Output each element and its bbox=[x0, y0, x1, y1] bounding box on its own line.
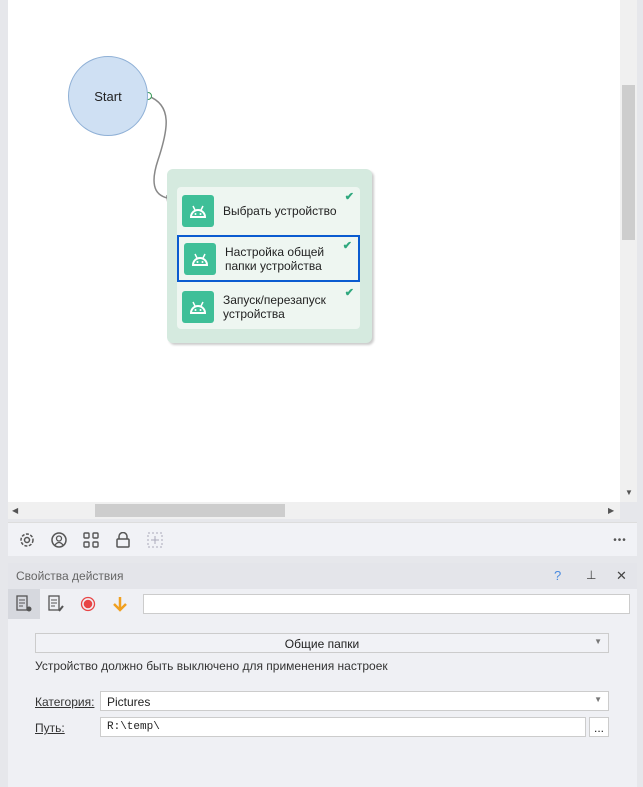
vertical-scrollbar[interactable]: ▼ bbox=[620, 0, 637, 502]
add-frame-icon[interactable] bbox=[146, 531, 164, 549]
browse-button[interactable]: ... bbox=[589, 717, 609, 737]
mode-select[interactable]: Общие папки ▼ bbox=[35, 633, 609, 653]
action-name-input[interactable] bbox=[143, 594, 630, 614]
panel-header: Свойства действия ? ⊥ ✕ bbox=[8, 563, 637, 589]
check-icon: ✔ bbox=[344, 191, 354, 203]
check-icon: ✔ bbox=[342, 240, 352, 252]
canvas-toolbar: ••• bbox=[8, 522, 637, 556]
chevron-down-icon: ▼ bbox=[594, 637, 602, 646]
android-icon bbox=[182, 195, 214, 227]
node-label: Настройка общей папки устройства bbox=[225, 244, 325, 273]
category-value: Pictures bbox=[107, 695, 151, 709]
path-label: Путь: bbox=[35, 721, 65, 735]
gear-icon[interactable] bbox=[18, 531, 36, 549]
horizontal-scrollbar[interactable]: ◀ ▶ bbox=[8, 502, 620, 519]
arrow-down-icon[interactable] bbox=[104, 589, 136, 619]
close-button[interactable]: ✕ bbox=[616, 568, 627, 584]
node-label: Выбрать устройство bbox=[223, 204, 337, 218]
node-label: Запуск/перезапуск устройства bbox=[223, 293, 326, 321]
path-input[interactable]: R:\temp\ bbox=[100, 717, 586, 737]
android-icon bbox=[184, 242, 216, 275]
mode-select-value: Общие папки bbox=[284, 637, 360, 651]
category-label: Категория: bbox=[35, 695, 95, 709]
user-circle-icon[interactable] bbox=[50, 531, 68, 549]
properties-settings-icon[interactable] bbox=[8, 589, 40, 619]
record-icon[interactable] bbox=[72, 589, 104, 619]
chevron-down-icon: ▼ bbox=[594, 695, 602, 704]
action-node-select-device[interactable]: Выбрать устройство ✔ bbox=[177, 188, 360, 234]
check-icon: ✔ bbox=[344, 287, 354, 299]
panel-title: Свойства действия bbox=[16, 569, 124, 583]
lock-icon[interactable] bbox=[114, 531, 132, 549]
start-node[interactable]: Start bbox=[68, 56, 148, 136]
help-button[interactable]: ? bbox=[554, 568, 561, 583]
scroll-right-arrow[interactable]: ▶ bbox=[608, 506, 614, 515]
horizontal-scroll-thumb[interactable] bbox=[95, 504, 285, 517]
panel-toolbar bbox=[8, 589, 637, 619]
android-icon bbox=[182, 291, 214, 323]
scroll-down-arrow[interactable]: ▼ bbox=[625, 488, 633, 497]
grid-icon[interactable] bbox=[82, 531, 100, 549]
pin-button[interactable]: ⊥ bbox=[586, 568, 596, 582]
vertical-scroll-thumb[interactable] bbox=[622, 85, 635, 240]
properties-edit-icon[interactable] bbox=[40, 589, 72, 619]
more-button[interactable]: ••• bbox=[611, 531, 629, 549]
category-select[interactable]: Pictures ▼ bbox=[100, 691, 609, 711]
action-node-shared-folder[interactable]: Настройка общей папки устройства ✔ bbox=[177, 235, 360, 282]
notice-text: Устройство должно быть выключено для при… bbox=[35, 659, 388, 673]
action-properties-panel: Свойства действия ? ⊥ ✕ Общие папки ▼ Ус… bbox=[8, 563, 637, 787]
action-node-restart-device[interactable]: Запуск/перезапуск устройства ✔ bbox=[177, 284, 360, 330]
scroll-left-arrow[interactable]: ◀ bbox=[12, 506, 18, 515]
